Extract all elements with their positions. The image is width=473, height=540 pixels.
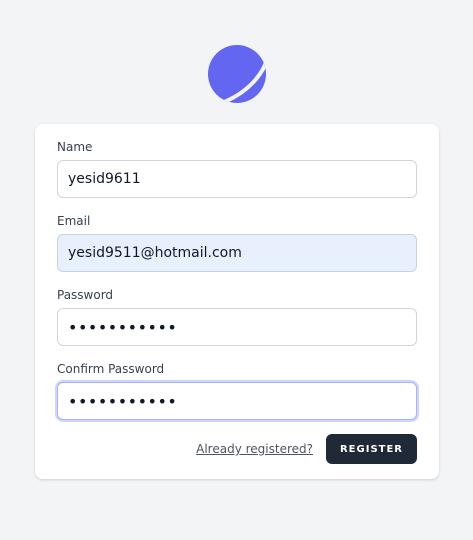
confirm-password-label: Confirm Password (57, 362, 165, 376)
email-input-value: yesid9511@hotmail.com (68, 245, 242, 261)
confirm-password-input[interactable]: ••••••••••• (57, 382, 417, 420)
confirm-password-input-value: ••••••••••• (68, 391, 178, 411)
name-input-value: yesid9611 (68, 171, 141, 187)
password-input[interactable]: ••••••••••• (57, 308, 417, 346)
password-input-value: ••••••••••• (68, 317, 178, 337)
already-registered-link[interactable]: Already registered? (196, 442, 313, 456)
register-button[interactable]: REGISTER (326, 434, 417, 464)
email-input[interactable]: yesid9511@hotmail.com (57, 234, 417, 272)
register-page: Name yesid9611 Email yesid9511@hotmail.c… (0, 0, 473, 540)
form-actions: Already registered? REGISTER (57, 434, 417, 464)
name-input[interactable]: yesid9611 (57, 160, 417, 198)
email-label: Email (57, 214, 91, 228)
register-card: Name yesid9611 Email yesid9511@hotmail.c… (35, 124, 439, 479)
name-label: Name (57, 140, 93, 154)
password-label: Password (57, 288, 114, 302)
planet-logo-icon[interactable] (207, 44, 267, 104)
